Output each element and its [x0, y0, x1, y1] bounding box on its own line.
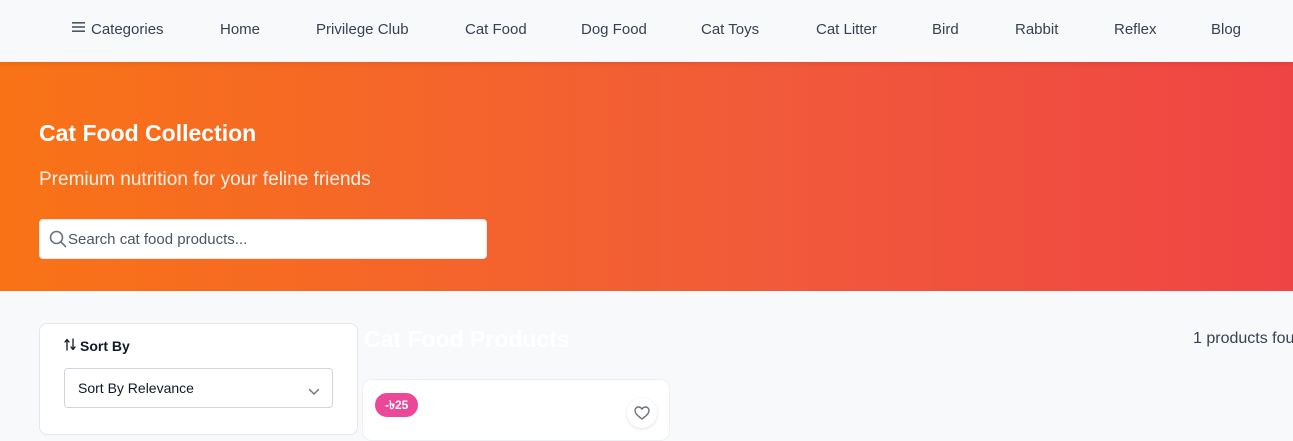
hero-banner: Cat Food Collection Premium nutrition fo…: [0, 62, 1293, 291]
hero-title: Cat Food Collection: [39, 120, 257, 146]
nav-item-home[interactable]: Home: [220, 20, 260, 40]
nav-item-reflex[interactable]: Reflex: [1114, 20, 1157, 40]
products-count: 1 products fou: [1193, 330, 1293, 347]
search-box: [39, 219, 487, 259]
search-input[interactable]: [68, 220, 478, 258]
discount-badge: -৳25: [375, 393, 419, 417]
nav-item-rabbit[interactable]: Rabbit: [1015, 20, 1058, 40]
sort-select-value: Sort By Relevance: [78, 380, 194, 396]
sort-panel: Sort By Sort By Relevance: [39, 323, 358, 435]
products-title: Cat Food Products: [364, 326, 570, 352]
sort-select[interactable]: Sort By Relevance: [64, 368, 333, 408]
search-icon: [49, 230, 67, 253]
product-card[interactable]: -৳25: [362, 379, 670, 441]
categories-menu-button[interactable]: Categories: [72, 20, 164, 40]
sort-heading: Sort By: [64, 338, 130, 354]
chevron-down-icon: [308, 383, 320, 401]
nav-item-blog[interactable]: Blog: [1211, 20, 1241, 40]
nav-item-cat-toys[interactable]: Cat Toys: [701, 20, 759, 40]
hamburger-menu-icon: [72, 19, 86, 39]
nav-item-cat-litter[interactable]: Cat Litter: [816, 20, 877, 40]
sort-arrows-icon: [64, 338, 76, 354]
categories-label: Categories: [91, 21, 164, 38]
nav-item-cat-food[interactable]: Cat Food: [465, 20, 527, 40]
sort-label: Sort By: [80, 338, 130, 354]
nav-item-bird[interactable]: Bird: [932, 20, 959, 40]
hero-subtitle: Premium nutrition for your feline friend…: [39, 169, 371, 190]
nav-item-privilege-club[interactable]: Privilege Club: [316, 20, 409, 40]
nav-item-dog-food[interactable]: Dog Food: [581, 20, 647, 40]
top-navigation: Categories Home Privilege Club Cat Food …: [0, 0, 1293, 62]
wishlist-button[interactable]: [627, 398, 657, 428]
